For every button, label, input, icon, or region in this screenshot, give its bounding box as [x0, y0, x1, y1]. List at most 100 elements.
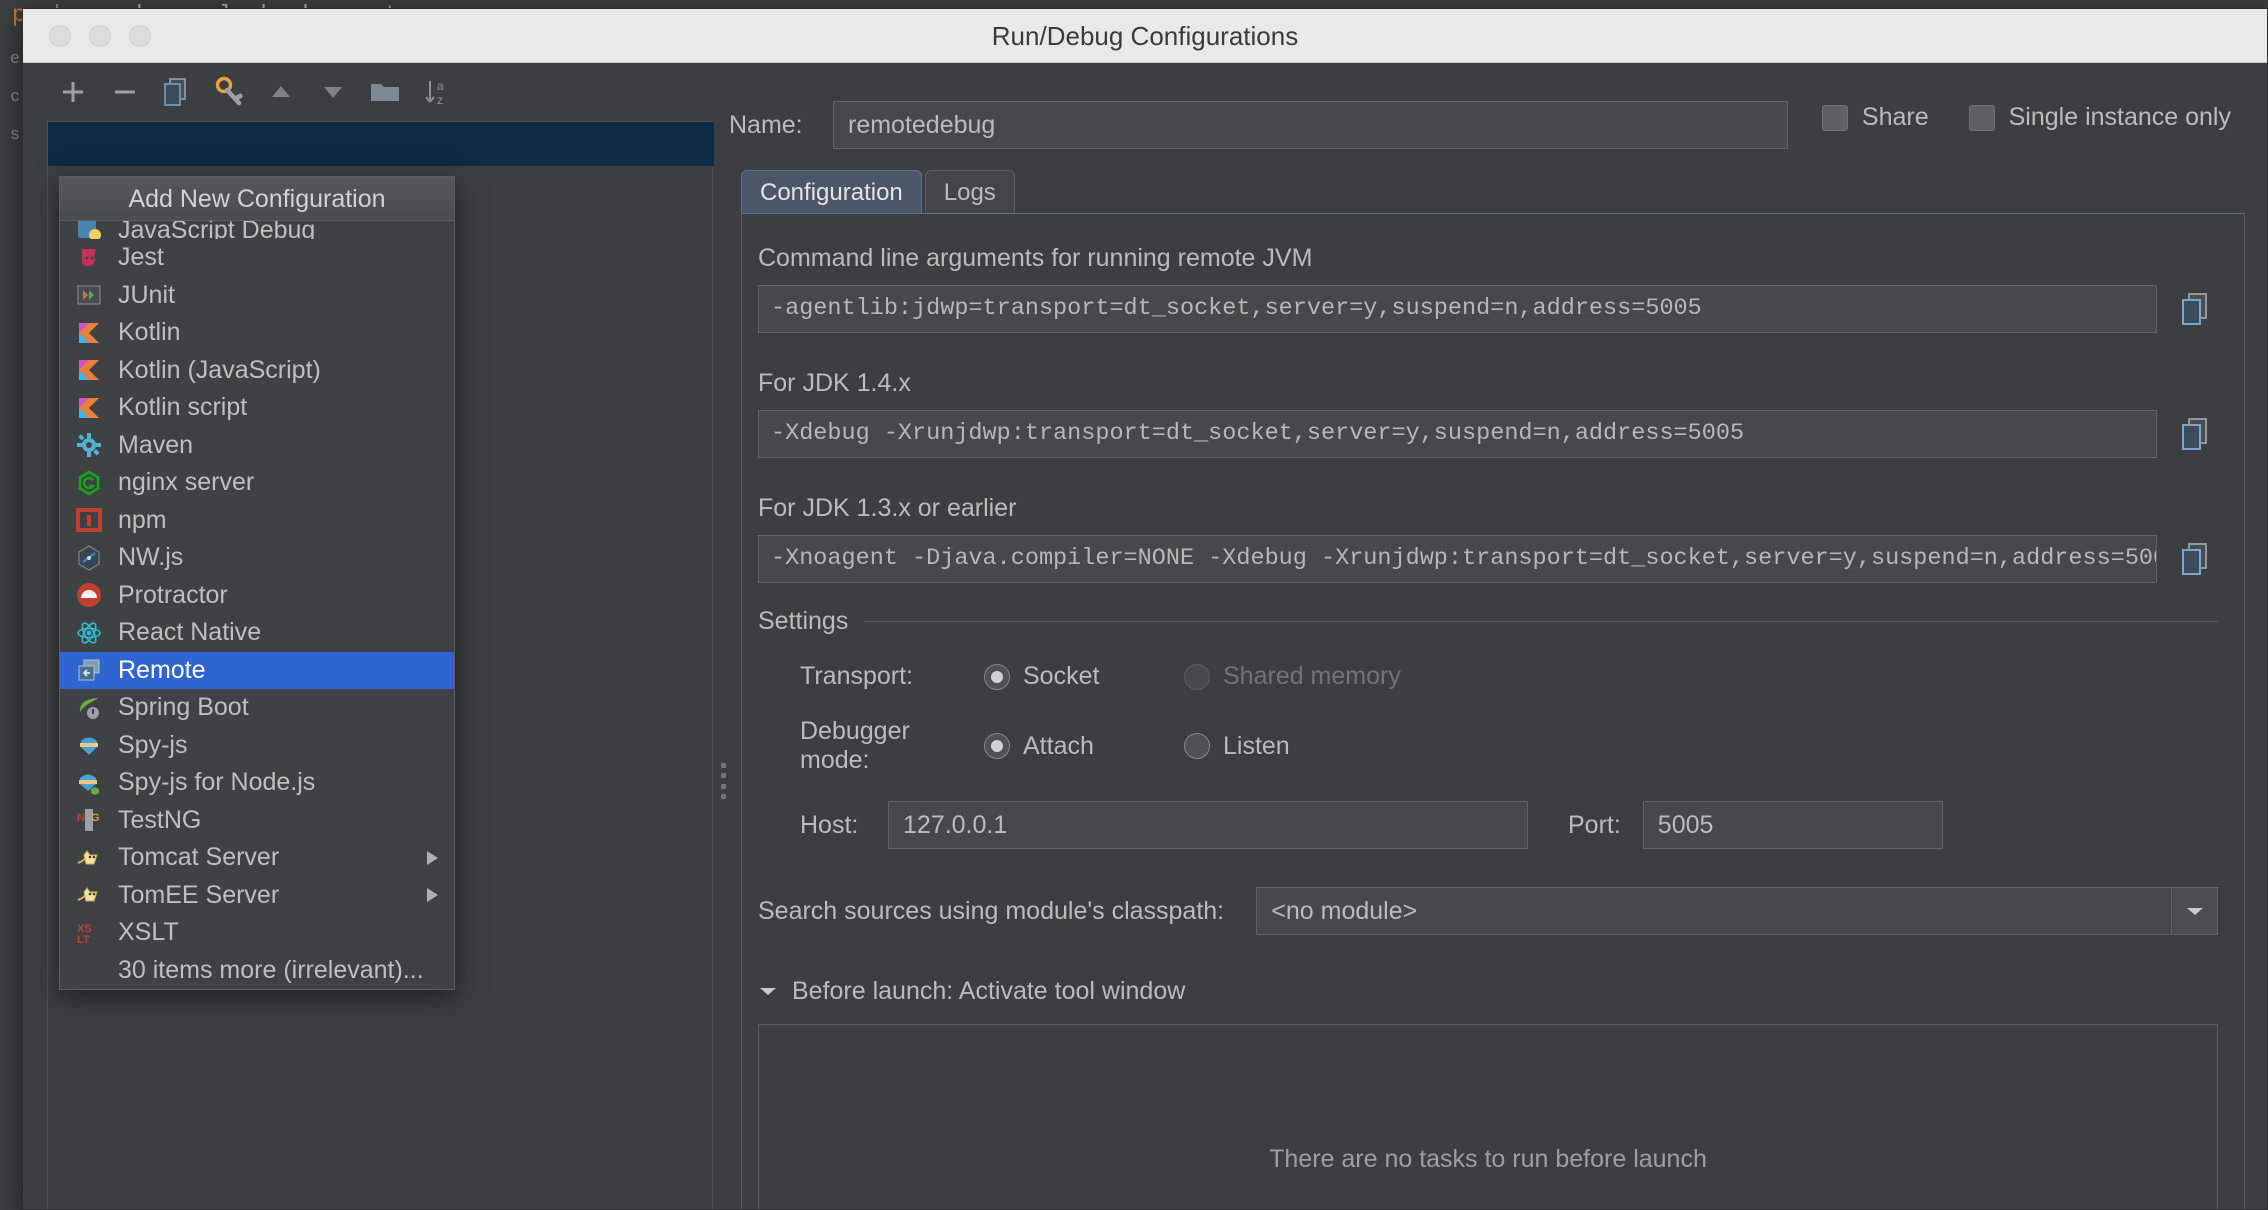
- new-folder-button[interactable]: [359, 68, 411, 116]
- menu-item-label: Kotlin (JavaScript): [118, 356, 321, 385]
- edit-templates-button[interactable]: [203, 68, 255, 116]
- transport-row: Transport: Socket Shared memory: [758, 662, 2218, 691]
- menu-item-spy-js[interactable]: Spy-js: [60, 727, 454, 765]
- transport-shared-memory-label: Shared memory: [1223, 662, 1401, 691]
- checkbox-box[interactable]: [1969, 105, 1995, 131]
- menu-item-spring-boot[interactable]: Spring Boot: [60, 689, 454, 727]
- move-down-button[interactable]: [307, 68, 359, 116]
- before-launch-tasks-list[interactable]: There are no tasks to run before launch: [758, 1024, 2218, 1210]
- menu-item-nginx-server[interactable]: nginx server: [60, 464, 454, 502]
- menu-item-label: XSLT: [118, 918, 179, 947]
- run-debug-configurations-dialog: Run/Debug Configurations: [22, 8, 2268, 1210]
- menu-item-spy-js-for-nodejs[interactable]: Spy-js for Node.js: [60, 764, 454, 802]
- sort-alphabetically-button[interactable]: a z: [411, 68, 463, 116]
- folder-icon: [369, 79, 401, 105]
- kotlin-icon: [74, 355, 104, 385]
- radio-dot: [1184, 664, 1210, 690]
- copy-to-clipboard-button[interactable]: [2175, 287, 2218, 331]
- popup-items-container: JavaScript Debug Jest JUnit: [60, 221, 454, 989]
- menu-item-testng[interactable]: NG TestNG: [60, 802, 454, 840]
- copy-to-clipboard-button[interactable]: [2175, 537, 2218, 581]
- add-new-configuration-popup[interactable]: Add New Configuration JavaScript Debug J…: [59, 176, 455, 990]
- tomcat-icon: [74, 843, 104, 873]
- menu-item-jest[interactable]: Jest: [60, 239, 454, 277]
- menu-item-npm[interactable]: npm: [60, 502, 454, 540]
- spyjs-icon: [74, 730, 104, 760]
- tomcat-icon: [74, 880, 104, 910]
- share-label: Share: [1862, 103, 1929, 132]
- menu-item-xslt[interactable]: XSLT XSLT: [60, 914, 454, 952]
- tab-configuration[interactable]: Configuration: [741, 170, 922, 214]
- jest-icon: [74, 243, 104, 273]
- settings-divider: [864, 621, 2218, 622]
- debugger-mode-listen-label: Listen: [1223, 732, 1290, 761]
- menu-item-label: Spy-js for Node.js: [118, 768, 315, 797]
- debugger-mode-listen-radio[interactable]: Listen: [1184, 732, 1290, 761]
- transport-shared-memory-radio: Shared memory: [1184, 662, 1401, 691]
- before-launch-header[interactable]: Before launch: Activate tool window: [758, 977, 2218, 1006]
- menu-item-react-native[interactable]: React Native: [60, 614, 454, 652]
- jdk14-value[interactable]: -Xdebug -Xrunjdwp:transport=dt_socket,se…: [758, 410, 2157, 458]
- single-instance-checkbox[interactable]: Single instance only: [1969, 103, 2231, 132]
- transport-socket-radio[interactable]: Socket: [984, 662, 1184, 691]
- spring-boot-icon: [74, 693, 104, 723]
- port-label: Port:: [1568, 811, 1621, 840]
- menu-item-tomee-server[interactable]: TomEE Server: [60, 877, 454, 915]
- checkbox-box[interactable]: [1822, 105, 1848, 131]
- menu-item-junit[interactable]: JUnit: [60, 277, 454, 315]
- name-label: Name:: [729, 111, 833, 140]
- menu-item-nwjs[interactable]: NW.js: [60, 539, 454, 577]
- menu-item-kotlin-javascript[interactable]: Kotlin (JavaScript): [60, 352, 454, 390]
- menu-item-more-items[interactable]: 30 items more (irrelevant)...: [60, 952, 454, 990]
- search-sources-label: Search sources using module's classpath:: [758, 897, 1256, 926]
- configuration-tab-panel: Command line arguments for running remot…: [741, 213, 2245, 1210]
- copy-to-clipboard-button[interactable]: [2175, 412, 2218, 456]
- menu-item-label: Kotlin script: [118, 393, 247, 422]
- remove-configuration-button[interactable]: [99, 68, 151, 116]
- menu-item-label: Kotlin: [118, 318, 181, 347]
- menu-item-remote[interactable]: Remote: [60, 652, 454, 690]
- move-up-button[interactable]: [255, 68, 307, 116]
- panel-splitter-handle[interactable]: [717, 763, 729, 799]
- host-input[interactable]: [888, 801, 1528, 849]
- jdk13-value[interactable]: -Xnoagent -Djava.compiler=NONE -Xdebug -…: [758, 535, 2157, 583]
- radio-dot[interactable]: [984, 664, 1010, 690]
- add-configuration-button[interactable]: [47, 68, 99, 116]
- tab-logs[interactable]: Logs: [925, 170, 1015, 214]
- menu-item-javascript-debug[interactable]: JavaScript Debug: [60, 221, 454, 239]
- kotlin-icon: [74, 393, 104, 423]
- share-checkbox[interactable]: Share: [1822, 103, 1929, 132]
- nginx-icon: [74, 468, 104, 498]
- chevron-down-icon[interactable]: [2171, 888, 2217, 934]
- maven-gear-icon: [74, 430, 104, 460]
- menu-item-tomcat-server[interactable]: Tomcat Server: [60, 839, 454, 877]
- module-classpath-combobox[interactable]: <no module>: [1256, 887, 2218, 935]
- port-input[interactable]: [1643, 801, 1943, 849]
- menu-item-label: 30 items more (irrelevant)...: [118, 956, 424, 985]
- debugger-mode-row: Debugger mode: Attach Listen: [758, 717, 2218, 775]
- radio-dot[interactable]: [1184, 733, 1210, 759]
- menu-item-kotlin-script[interactable]: Kotlin script: [60, 389, 454, 427]
- configurations-tree-selected-row[interactable]: [48, 122, 714, 166]
- debugger-mode-attach-radio[interactable]: Attach: [984, 732, 1184, 761]
- chevron-down-icon[interactable]: [758, 982, 778, 1002]
- dialog-title: Run/Debug Configurations: [23, 9, 2267, 63]
- copy-configuration-button[interactable]: [151, 68, 203, 116]
- menu-item-kotlin[interactable]: Kotlin: [60, 314, 454, 352]
- configuration-name-input[interactable]: [833, 101, 1788, 149]
- transport-label: Transport:: [758, 662, 984, 691]
- host-port-row: Host: Port:: [758, 801, 2218, 849]
- debugger-mode-attach-label: Attach: [1023, 732, 1094, 761]
- plus-icon: [58, 77, 88, 107]
- jdk14-label: For JDK 1.4.x: [758, 369, 2218, 398]
- sort-az-icon: a z: [422, 77, 452, 107]
- menu-item-protractor[interactable]: Protractor: [60, 577, 454, 615]
- triangle-up-icon: [268, 79, 294, 105]
- editor-tabs: Configuration Logs: [741, 171, 2267, 213]
- cmdline-value[interactable]: -agentlib:jdwp=transport=dt_socket,serve…: [758, 285, 2157, 333]
- menu-item-maven[interactable]: Maven: [60, 427, 454, 465]
- menu-item-label: npm: [118, 506, 167, 535]
- radio-dot[interactable]: [984, 733, 1010, 759]
- spyjs-node-icon: [74, 768, 104, 798]
- javascript-debug-icon: [74, 221, 104, 239]
